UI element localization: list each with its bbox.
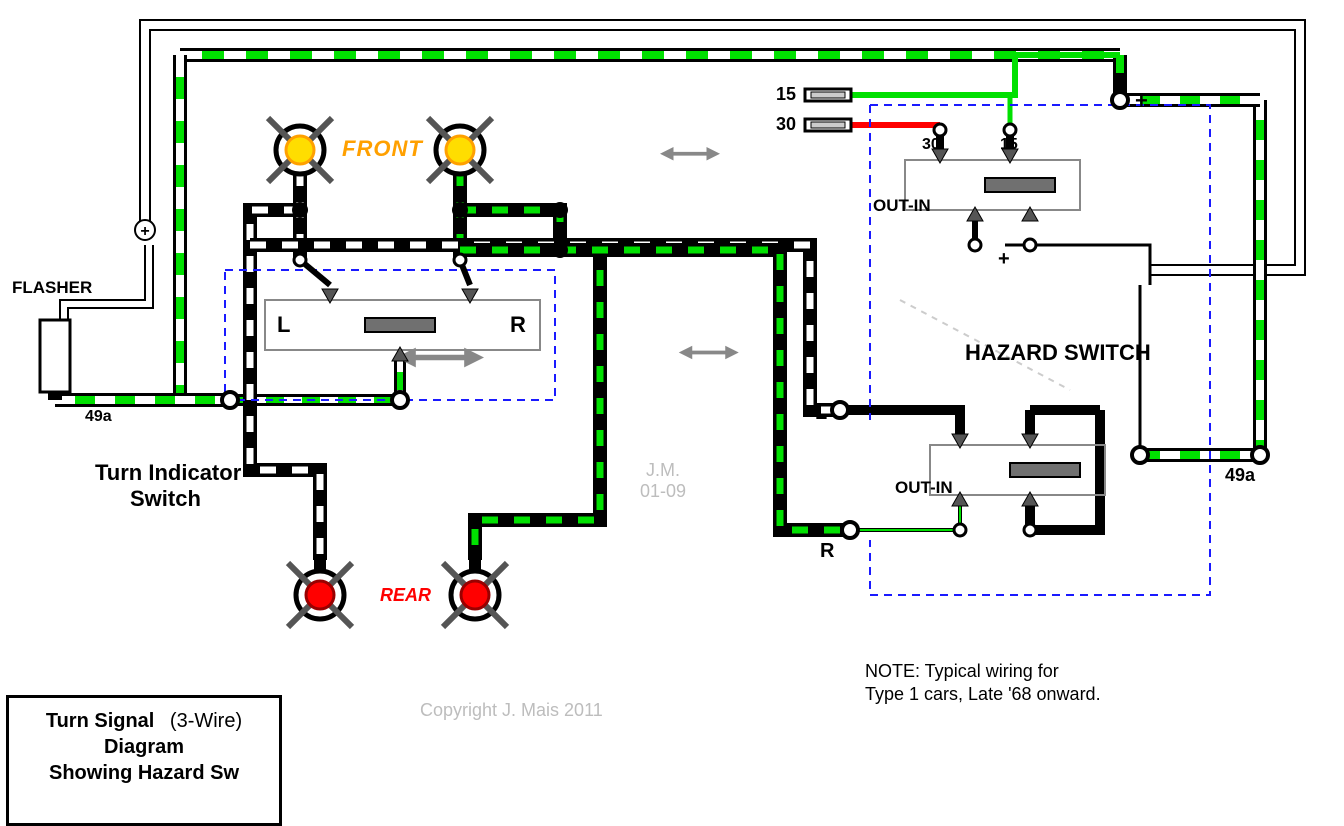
hazard-R: R — [820, 540, 834, 563]
switch-term-30: 30 — [922, 136, 940, 154]
fuse-30 — [805, 119, 851, 131]
turn-L: L — [277, 312, 290, 338]
flasher-label: FLASHER — [12, 278, 92, 298]
turn-ind-label-1: Turn Indicator — [95, 460, 241, 486]
watermark-copyright: Copyright J. Mais 2011 — [420, 700, 603, 721]
title-line1b: (3-Wire) — [170, 710, 242, 732]
watermark-jm: J.M.01-09 — [640, 460, 686, 502]
fuse-15 — [805, 89, 851, 101]
terminal-30: 30 — [776, 114, 796, 135]
title-line2: Diagram — [104, 736, 184, 758]
title-line3: Showing Hazard Sw — [49, 762, 239, 784]
title-box: Turn Signal (3-Wire) Diagram Showing Haz… — [6, 695, 282, 826]
turn-ind-label-2: Switch — [130, 486, 201, 512]
note-line1: NOTE: Typical wiring for — [865, 661, 1059, 681]
terminal-49a-left: 49a — [85, 408, 112, 426]
hazard-switch-label: HAZARD SWITCH — [965, 340, 1151, 366]
wiring-diagram: + — [0, 0, 1344, 816]
out-in-upper: OUT-IN — [873, 196, 931, 216]
terminal-15: 15 — [776, 84, 796, 105]
terminal-49a-right: 49a — [1225, 465, 1255, 486]
title-line1a: Turn Signal — [46, 710, 155, 732]
rear-label: REAR — [380, 585, 431, 606]
svg-text:+: + — [140, 223, 149, 240]
out-in-lower: OUT-IN — [895, 478, 953, 498]
turn-R: R — [510, 312, 526, 338]
plus-hazard-upper: + — [998, 248, 1010, 271]
plus-top-right: + — [1135, 88, 1148, 114]
hazard-L: L — [815, 402, 827, 425]
front-label: FRONT — [342, 136, 423, 162]
note-block: NOTE: Typical wiring for Type 1 cars, La… — [865, 660, 1101, 707]
note-line2: Type 1 cars, Late '68 onward. — [865, 684, 1101, 704]
switch-term-15: 15 — [1000, 136, 1018, 154]
